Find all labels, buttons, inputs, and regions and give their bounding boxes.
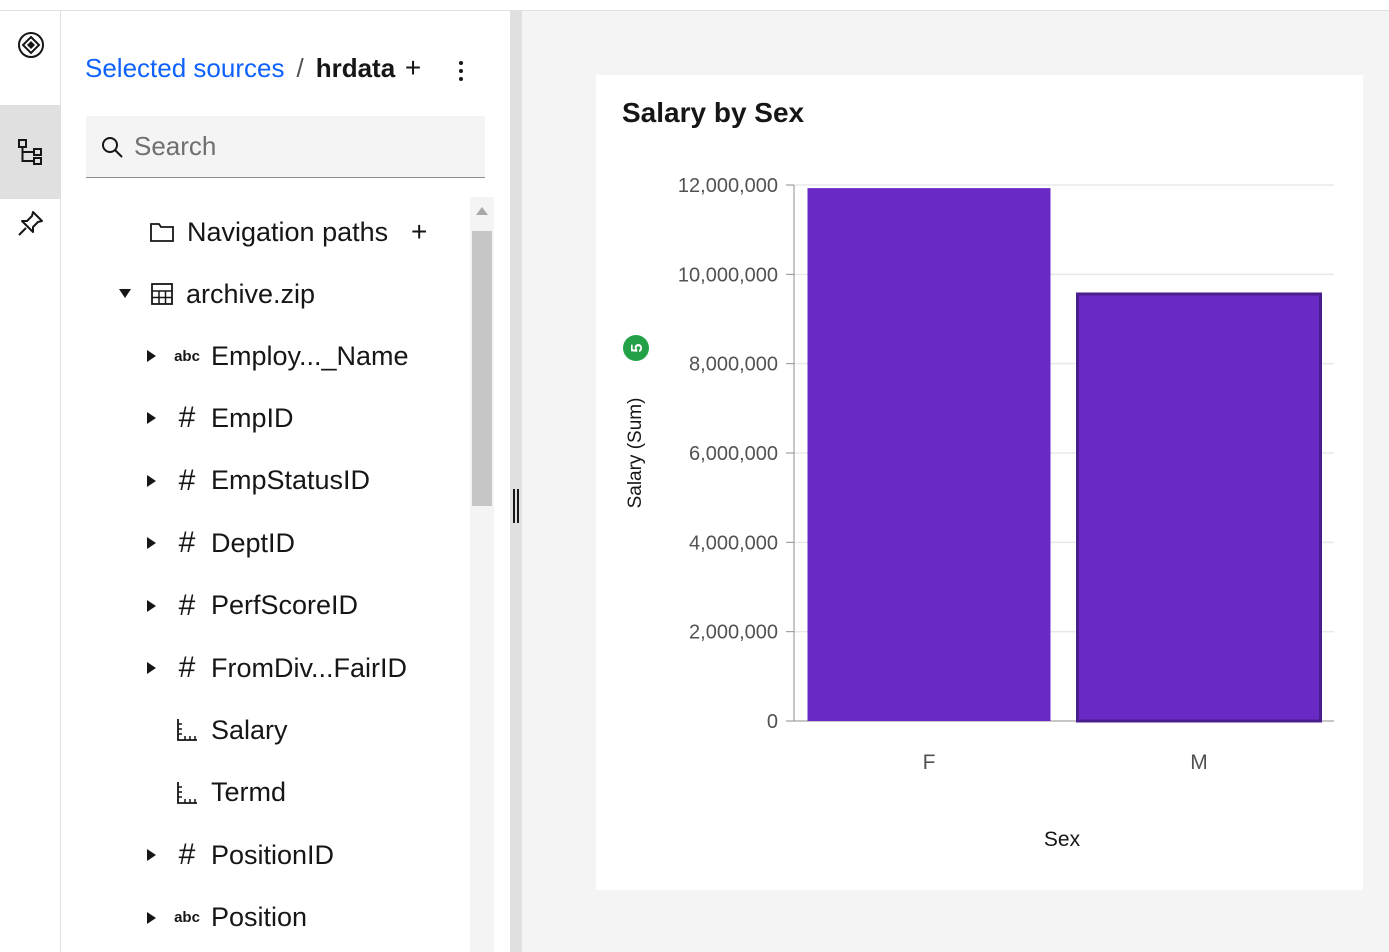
number-type-icon: # [178,651,196,684]
dashboard-canvas: Salary by Sex 0 2,000,000 4,000,000 6,000,0… [522,11,1389,952]
breadcrumb-current: hrdata [315,53,396,83]
tree-item-field[interactable]: abc Employ..._Name [61,325,470,387]
y-tick-label: 6,000,000 [689,443,778,465]
tree-item-field[interactable]: # PositionID [61,824,470,886]
tree-item-navigation-paths[interactable]: Navigation paths + [61,201,470,263]
resize-grip-icon[interactable] [513,489,519,523]
top-divider [0,0,1389,11]
visualization-card[interactable]: Salary by Sex 0 2,000,000 4,000,000 6,000,0… [596,75,1363,890]
y-tick-label: 12,000,000 [678,175,778,197]
measure-icon [174,717,200,743]
x-tick-label: F [923,751,936,774]
tree-item-label: Position [211,902,308,933]
breadcrumb-link-selected-sources[interactable]: Selected sources [85,53,284,83]
y-tick-label: 2,000,000 [689,622,778,644]
caret-right-icon[interactable] [145,349,159,363]
add-source-button[interactable]: + [401,53,425,85]
number-type-icon: # [178,526,196,560]
y-tick-label: 4,000,000 [689,532,778,554]
count-badge-label: 5 [629,343,646,352]
data-tree-button[interactable] [0,105,61,199]
tree-item-label: Termd [211,777,287,808]
tree-item-field[interactable]: # EmpStatusID [61,450,470,512]
tree-item-label: EmpID [211,402,294,433]
y-tick-label: 0 [767,711,778,733]
y-axis-label: Salary (Sum) [625,398,646,509]
table-icon [149,281,175,307]
tree-item-label: EmpStatusID [211,465,371,496]
number-type-icon: # [178,588,196,622]
tree-item-field[interactable]: abc Position [61,887,470,949]
x-axis-label: Sex [1044,828,1081,851]
caret-right-icon[interactable] [145,536,159,550]
scrollbar-thumb[interactable] [472,231,492,506]
tree-item-field[interactable]: Salary [61,699,470,761]
tree-item-label: DeptID [211,527,296,558]
tree-item-label: Salary [211,714,288,745]
number-type-icon: # [178,838,196,872]
tree-item-field[interactable]: # DeptID [61,512,470,574]
folder-icon [149,219,175,245]
text-type-icon: abc [174,347,200,365]
text-type-icon: abc [174,909,200,927]
tree-item-field[interactable]: # PerfScoreID [61,575,470,637]
y-tick-label: 8,000,000 [689,354,778,376]
number-type-icon: # [178,401,196,435]
add-navigation-path-button[interactable]: + [411,216,427,248]
source-tree: Navigation paths + archive.zip abc Employ… [61,197,470,952]
search-input[interactable] [134,131,464,162]
caret-right-icon[interactable] [145,599,159,613]
bar-F[interactable] [807,188,1051,722]
caret-right-icon[interactable] [145,661,159,675]
pin-icon [17,211,43,236]
caret-right-icon[interactable] [145,474,159,488]
sources-panel: Selected sources / hrdata + Navigation pat… [61,11,510,952]
caret-right-icon[interactable] [145,911,159,925]
measure-icon [174,780,200,806]
tree-item-label: Employ..._Name [211,340,409,371]
panel-splitter[interactable] [510,11,522,952]
search-icon [102,136,123,158]
breadcrumb-separator: / [296,53,304,83]
tree-item-archive-zip[interactable]: archive.zip [61,263,470,325]
caret-right-icon[interactable] [145,411,159,425]
scroll-up-arrow-icon[interactable] [476,207,488,215]
number-type-icon: # [178,463,196,497]
overflow-menu-button[interactable] [449,57,473,85]
x-tick-label: M [1190,751,1208,774]
tree-item-field[interactable]: # EmpID [61,387,470,449]
tree-item-label: PerfScoreID [211,590,359,621]
overflow-menu-icon [459,61,463,81]
assistant-icon [17,32,44,58]
tree-item-field[interactable]: Termd [61,762,470,824]
assistant-button[interactable] [0,11,61,105]
tree-item-label: PositionID [211,839,335,870]
tree-item-label: Navigation paths [187,216,389,247]
caret-right-icon[interactable] [145,848,159,862]
bar-chart: 0 2,000,000 4,000,000 6,000,000 8,000,000 10,… [623,175,1334,851]
tree-item-label: FromDiv...FairID [211,652,407,683]
left-rail [0,11,61,952]
pin-button[interactable] [0,199,61,293]
tree-item-field[interactable]: # FromDiv...FairID [61,637,470,699]
tree-scrollbar[interactable] [470,197,494,952]
search-box [86,116,485,178]
y-tick-label: 10,000,000 [678,264,778,286]
tree-item-label: archive.zip [186,278,316,309]
caret-down-icon[interactable] [118,287,132,301]
data-tree-icon [17,139,42,165]
bar-M[interactable] [1076,292,1322,723]
breadcrumb: Selected sources / hrdata [85,53,395,84]
